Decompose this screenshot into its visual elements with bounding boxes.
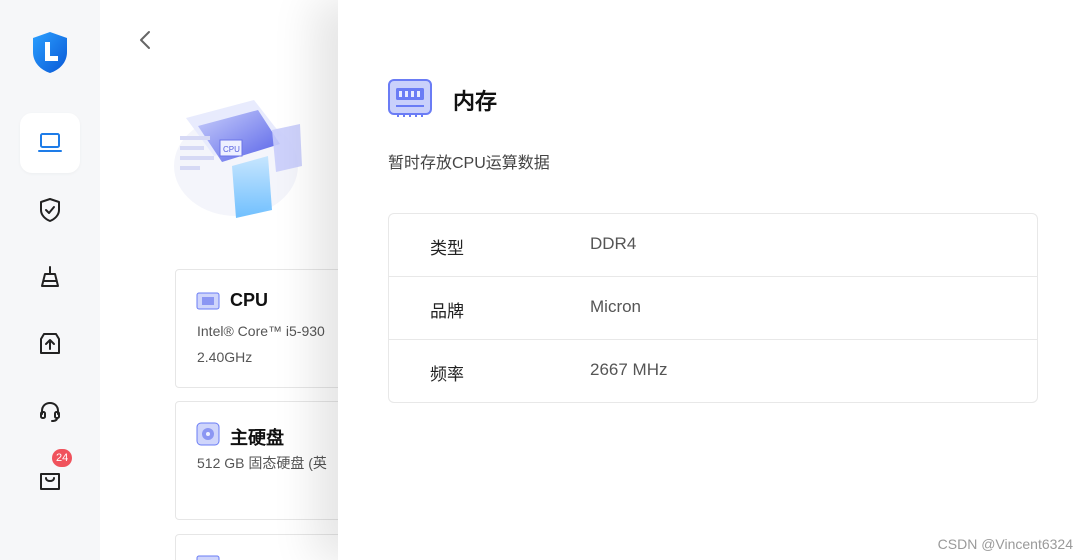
spec-row-type: 类型 DDR4: [389, 214, 1037, 277]
spec-table: 类型 DDR4 品牌 Micron 频率 2667 MHz: [388, 213, 1038, 403]
memory-icon: [196, 555, 220, 560]
cpu-card-line-1: Intel® Core™ i5-930: [197, 323, 325, 339]
panel-title: 内存: [453, 89, 498, 114]
sidebar-item-support[interactable]: [20, 382, 80, 442]
cpu-card-line-2: 2.40GHz: [197, 349, 253, 365]
sidebar-item-store[interactable]: 24: [20, 449, 80, 509]
spec-value: DDR4: [590, 234, 637, 253]
laptop-icon: [38, 133, 62, 152]
spec-key: 品牌: [430, 302, 464, 321]
sidebar-item-cleanup[interactable]: [20, 247, 80, 307]
app-logo-icon: [33, 32, 67, 73]
spec-value: Micron: [590, 297, 642, 316]
memory-chip-icon: [388, 79, 432, 117]
watermark: CSDN @Vincent6324: [937, 536, 1073, 552]
spec-key: 类型: [430, 239, 464, 258]
sidebar-item-device[interactable]: [20, 113, 80, 173]
cpu-card-title: CPU: [230, 290, 269, 310]
panel-description: 暂时存放CPU运算数据: [388, 155, 550, 172]
back-arrow-icon[interactable]: [134, 28, 156, 52]
memory-detail-panel: 内存 暂时存放CPU运算数据 类型 DDR4 品牌 Micron 频率 2667…: [338, 0, 1087, 560]
spec-row-brand: 品牌 Micron: [389, 277, 1037, 340]
disk-card-line-1: 512 GB 固态硬盘 (英: [197, 455, 327, 471]
spec-value: 2667 MHz: [590, 360, 668, 379]
spec-row-frequency: 频率 2667 MHz: [389, 340, 1037, 402]
shield-check-icon: [40, 198, 60, 222]
spec-key: 频率: [430, 365, 464, 384]
headset-icon: [40, 401, 60, 422]
svg-text:CPU: CPU: [223, 145, 240, 154]
notification-badge: 24: [52, 449, 73, 467]
drive-upload-icon: [40, 333, 60, 354]
disk-card-title: 主硬盘: [230, 428, 284, 448]
cpu-icon: [196, 292, 220, 310]
device-illustration: CPU: [174, 100, 302, 218]
clean-icon: [41, 266, 59, 287]
disk-icon: [196, 422, 220, 446]
sidebar-item-security[interactable]: [20, 180, 80, 240]
shopping-bag-icon: [40, 473, 60, 490]
sidebar: 24: [0, 0, 100, 560]
sidebar-item-update[interactable]: [20, 314, 80, 374]
